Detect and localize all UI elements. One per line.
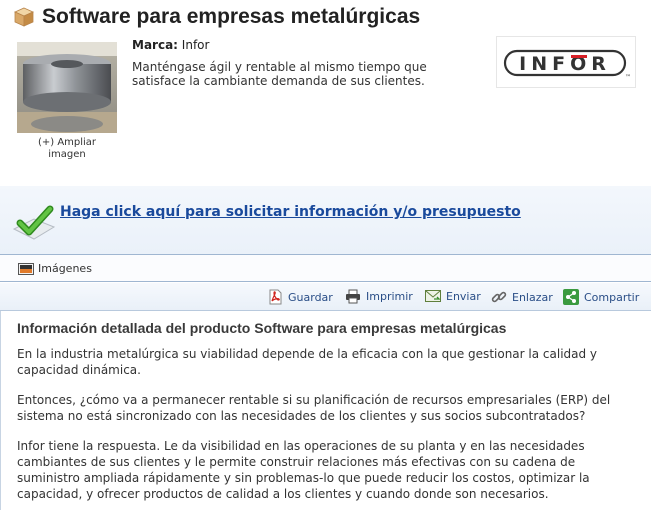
- product-description: Manténgase ágil y rentable al mismo tiem…: [132, 60, 427, 88]
- save-button[interactable]: Guardar: [268, 289, 333, 305]
- action-toolbar: Guardar Imprimir Enviar Enlazar Comparti…: [0, 283, 651, 311]
- checkmark-icon: [12, 205, 56, 240]
- print-label: Imprimir: [366, 290, 413, 303]
- request-info-link[interactable]: Haga click aquí para solicitar informaci…: [60, 204, 521, 220]
- brand-value: Infor: [181, 38, 210, 52]
- enlarge-line-1: (+) Ampliar: [37, 137, 97, 148]
- save-label: Guardar: [288, 290, 333, 304]
- brand-label: Marca:: [132, 38, 178, 52]
- details-paragraph-2: Entonces, ¿cómo va a permanecer rentable…: [17, 393, 611, 423]
- details-title: Información detallada del producto Softw…: [17, 320, 507, 336]
- logo-text: INFOR: [519, 53, 611, 75]
- images-tab-bar: Imágenes: [0, 254, 651, 282]
- details-paragraph-3: Infor tiene la respuesta. Le da visibili…: [17, 439, 590, 501]
- send-button[interactable]: Enviar: [425, 289, 481, 303]
- page-title: Software para empresas metalúrgicas: [42, 5, 421, 28]
- brand-line: Marca: Infor: [132, 38, 209, 52]
- images-tab[interactable]: Imágenes: [18, 262, 92, 275]
- link-label: Enlazar: [512, 290, 553, 304]
- enlarge-image-link[interactable]: (+) Ampliar imagen: [17, 137, 117, 161]
- share-button[interactable]: Compartir: [563, 289, 639, 305]
- share-icon: [563, 289, 579, 305]
- pdf-icon: [269, 289, 282, 305]
- brand-logo[interactable]: INFOR ™: [496, 36, 636, 88]
- cta-band: [0, 186, 651, 254]
- enlarge-line-2: imagen: [48, 149, 86, 160]
- print-button[interactable]: Imprimir: [345, 289, 413, 304]
- send-label: Enviar: [446, 289, 481, 303]
- images-tab-label: Imágenes: [38, 262, 92, 275]
- title-row: Software para empresas metalúrgicas: [14, 4, 420, 30]
- product-details: Información detallada del producto Softw…: [0, 311, 651, 510]
- link-icon: [491, 291, 507, 303]
- share-label: Compartir: [584, 290, 640, 304]
- email-icon: [425, 290, 441, 302]
- box-icon: [14, 7, 34, 27]
- link-button[interactable]: Enlazar: [491, 289, 553, 305]
- printer-icon: [346, 289, 360, 304]
- image-icon: [18, 262, 34, 275]
- details-paragraph-1: En la industria metalúrgica su viabilida…: [17, 347, 598, 377]
- logo-tm: ™: [625, 74, 631, 81]
- product-image[interactable]: [17, 42, 117, 133]
